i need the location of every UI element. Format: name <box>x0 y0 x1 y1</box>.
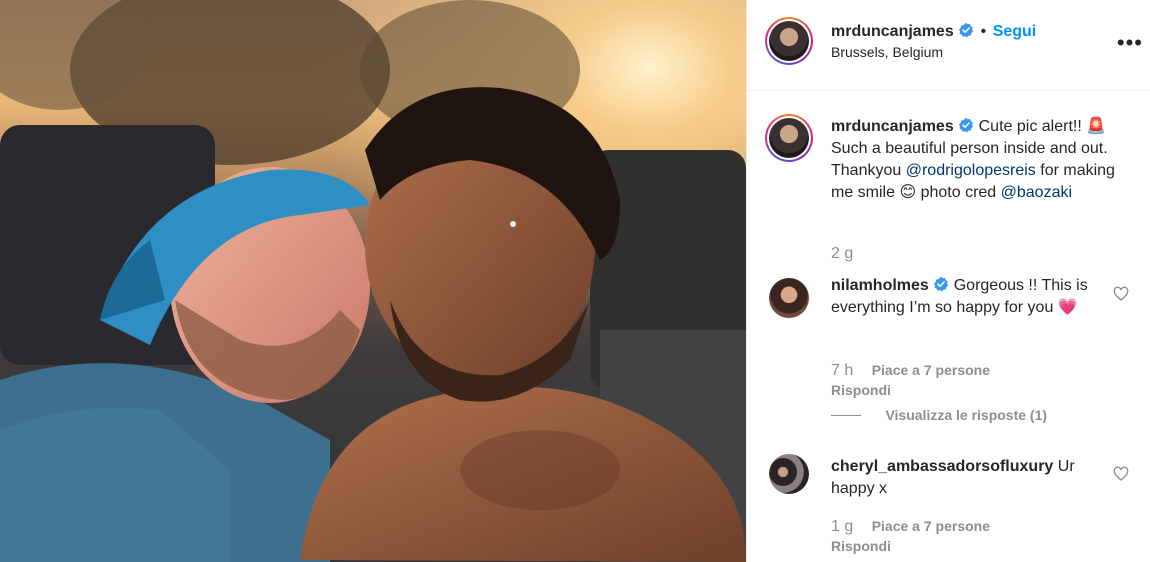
view-replies-line <box>831 415 861 417</box>
comment-item: cheryl_ambassadorsofluxury Ur happy x <box>831 456 1116 500</box>
like-heart-icon[interactable] <box>1113 286 1129 302</box>
comment-likes[interactable]: Piace a 7 persone <box>872 518 990 534</box>
comment-username[interactable]: nilamholmes <box>831 277 929 294</box>
post-location[interactable]: Brussels, Belgium <box>831 44 943 60</box>
header-title-row: mrduncanjames • Segui <box>831 22 1036 41</box>
caption-text-1: Cute pic alert!! 🚨 <box>978 118 1107 135</box>
verified-badge-icon <box>959 117 974 133</box>
post-header: mrduncanjames • Segui Brussels, Belgium … <box>747 0 1150 91</box>
comment-username[interactable]: cheryl_ambassadorsofluxury <box>831 458 1053 475</box>
caption: mrduncanjames Cute pic alert!! 🚨 Such a … <box>831 116 1131 204</box>
photo-illustration <box>0 0 746 562</box>
comment-reply-button[interactable]: Rispondi <box>831 538 891 554</box>
caption-timestamp[interactable]: 2 g <box>831 245 853 263</box>
comment-reply-button[interactable]: Rispondi <box>831 382 891 398</box>
comment-likes[interactable]: Piace a 7 persone <box>872 362 990 378</box>
comment-item: nilamholmes Gorgeous !! This is everythi… <box>831 275 1116 319</box>
more-options-icon[interactable]: ••• <box>1117 30 1143 56</box>
comment-meta: 1 g Piace a 7 persone <box>831 518 990 536</box>
comment-timestamp[interactable]: 7 h <box>831 362 853 379</box>
like-heart-icon[interactable] <box>1113 466 1129 482</box>
instagram-post: mrduncanjames • Segui Brussels, Belgium … <box>0 0 1150 562</box>
post-side-panel: mrduncanjames • Segui Brussels, Belgium … <box>746 0 1150 562</box>
follow-button[interactable]: Segui <box>993 23 1037 40</box>
comment-avatar[interactable] <box>769 454 809 494</box>
caption-mention-2[interactable]: @baozaki <box>1001 184 1072 201</box>
view-replies-row[interactable]: Visualizza le risposte (1) <box>831 407 1047 425</box>
caption-mention-1[interactable]: @rodrigolopesreis <box>906 162 1036 179</box>
comment-meta: 7 h Piace a 7 persone <box>831 362 990 380</box>
author-avatar[interactable] <box>765 17 813 65</box>
header-separator: • <box>980 23 987 40</box>
post-photo[interactable] <box>0 0 746 562</box>
verified-badge-icon <box>959 22 974 38</box>
caption-avatar[interactable] <box>765 114 813 162</box>
verified-badge-icon <box>934 276 949 292</box>
comment-avatar[interactable] <box>769 278 809 318</box>
view-replies-button[interactable]: Visualizza le risposte (1) <box>885 407 1047 423</box>
caption-username[interactable]: mrduncanjames <box>831 118 954 135</box>
author-username[interactable]: mrduncanjames <box>831 23 954 40</box>
comment-timestamp[interactable]: 1 g <box>831 518 853 535</box>
